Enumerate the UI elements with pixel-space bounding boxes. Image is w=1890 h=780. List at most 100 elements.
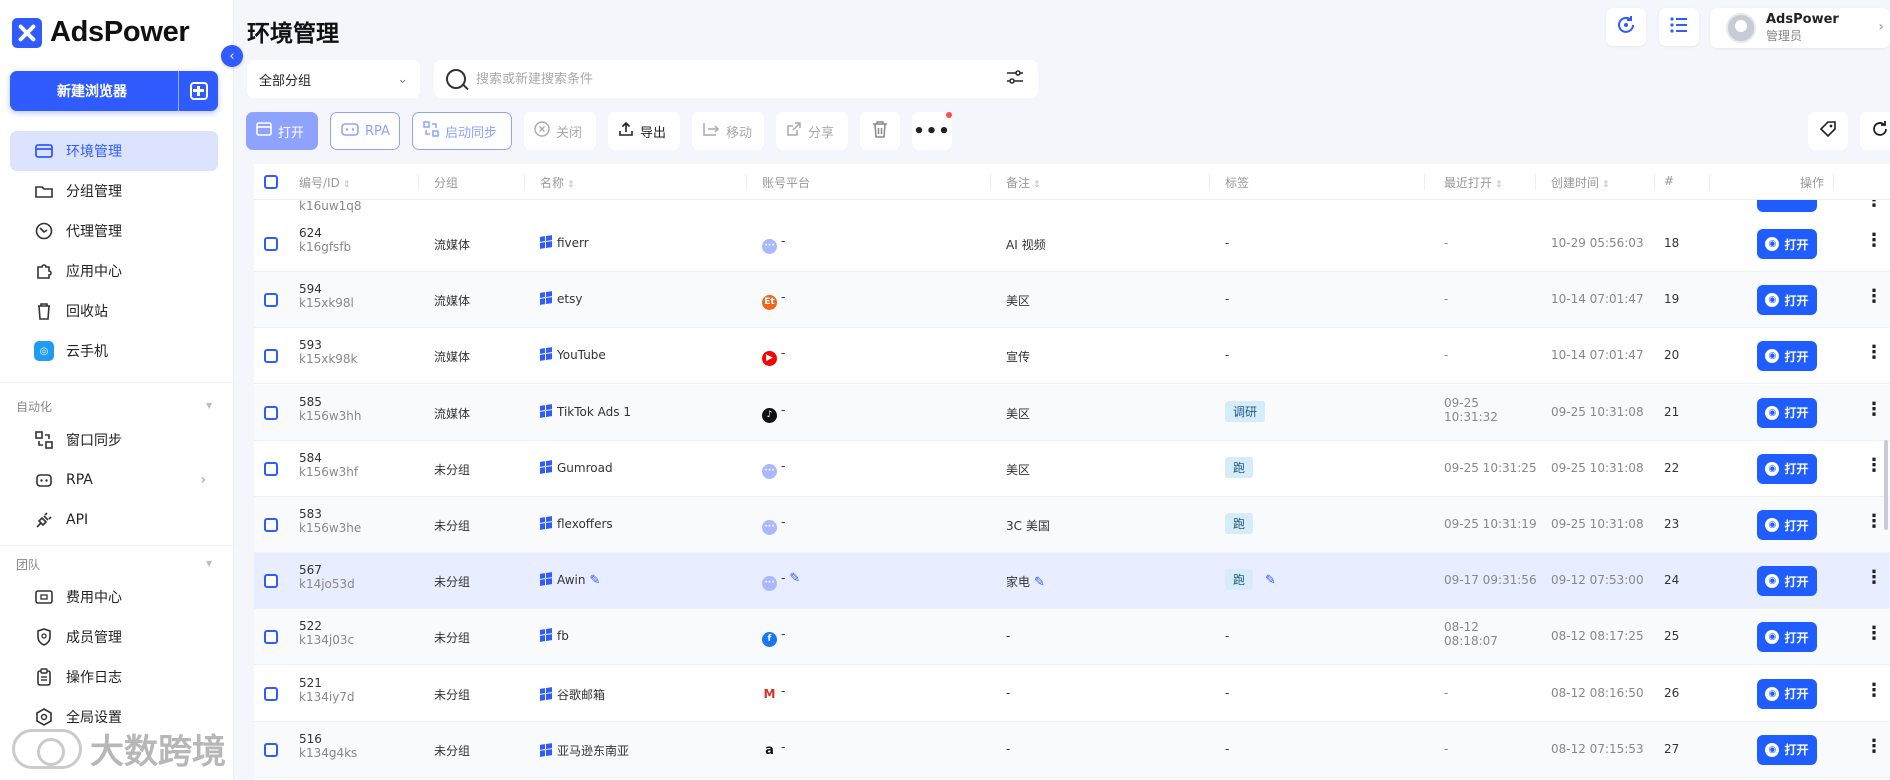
open-profile-button[interactable]: ◉ 打开 [1757,622,1817,653]
new-browser-button[interactable]: 新建浏览器 [10,71,218,111]
name-cell[interactable]: etsy [540,291,582,306]
name-cell[interactable]: flexoffers [540,516,613,531]
name-cell[interactable]: fb [540,628,569,643]
table-row[interactable]: 593 k15xk98k 流媒体 YouTube ▶ - 宣传 - - 10-14… [254,328,1890,385]
sidebar-item-cloud-phone[interactable]: ◎ 云手机 [10,331,218,371]
open-profile-button[interactable]: ◉ 打开 [1757,510,1817,540]
table-row[interactable]: 583 k156w3he 未分组 flexoffers ··· - 3C 美国 跑… [254,497,1890,553]
remark-cell[interactable]: 宣传 [1006,348,1030,365]
open-profile-button[interactable]: ◉ 打开 [1757,397,1817,428]
share-button[interactable]: 分享 [776,112,848,150]
more-actions-button[interactable]: ••• [912,112,952,150]
select-all-checkbox[interactable] [264,175,278,189]
collapse-sidebar-button[interactable]: ‹ [221,45,243,67]
name-cell[interactable]: YouTube [540,347,606,362]
table-row[interactable]: 584 k156w3hf 未分组 Gumroad ··· - 美区 跑 09-25… [254,441,1890,497]
edit-icon[interactable]: ✎ [1034,575,1045,590]
open-profile-button[interactable]: ◉ 打开 [1757,678,1817,709]
close-button[interactable]: 关闭 [524,112,596,150]
table-row[interactable]: 522 k134j03c 未分组 fb f- - - 08-12 08:18:0… [254,609,1890,666]
sidebar-item-billing[interactable]: 费用中心 [10,577,218,617]
tag-button[interactable] [1808,112,1848,150]
name-cell[interactable]: 亚马逊东南亚 [540,742,629,759]
table-row[interactable]: 624 k16gfsfb 流媒体 fiverr ··· - AI 视频 - - 1… [254,216,1890,272]
more-vertical-icon[interactable]: ⋮ [1865,230,1883,251]
sidebar-item-app-center[interactable]: 应用中心 [10,251,218,291]
more-vertical-icon[interactable]: ⋮ [1865,736,1883,757]
remark-cell[interactable]: 美区 [1006,292,1030,309]
export-button[interactable]: 导出 [608,112,680,150]
more-vertical-icon[interactable]: ⋮ [1865,455,1883,476]
section-team[interactable]: 团队 ▾ [16,556,212,573]
row-checkbox[interactable] [264,518,278,532]
filter-sliders-icon[interactable] [1006,69,1024,89]
batch-create-button[interactable] [178,71,218,111]
name-cell[interactable]: 谷歌邮箱 [540,686,605,703]
column-name[interactable]: 名称 ⇕ [540,174,575,191]
remark-cell[interactable]: - [1006,686,1010,700]
sync-status-button[interactable] [1606,8,1646,46]
table-scrollbar[interactable] [1884,440,1888,530]
open-profile-button[interactable]: ◉ 打开 [1757,566,1817,597]
open-profile-button[interactable]: ◉ 打开 [1757,734,1817,765]
sidebar-item-rpa[interactable]: RPA › [10,460,218,500]
column-created[interactable]: 创建时间 ⇕ [1551,174,1610,191]
table-row[interactable]: 585 k156w3hh 流媒体 TikTok Ads 1 ♪ - 美区 调研 0… [254,384,1890,441]
more-vertical-icon[interactable]: ⋮ [1865,286,1883,307]
open-profile-button[interactable]: ◉ 打开 [1757,341,1817,372]
name-cell[interactable]: fiverr [540,235,589,250]
table-row[interactable]: 567 k14jo53d 未分组 Awin ✎ ··· - ✎ 家电 ✎ 跑 ✎ 09-1… [254,553,1890,610]
more-vertical-icon[interactable]: ⋮ [1865,567,1883,588]
more-vertical-icon[interactable]: ⋮ [1865,399,1883,420]
remark-cell[interactable]: 美区 [1006,461,1030,478]
more-vertical-icon[interactable]: ⋮ [1865,680,1883,701]
brand-logo[interactable]: AdsPower [12,16,190,49]
task-list-button[interactable] [1659,8,1699,46]
remark-cell[interactable]: - [1006,742,1010,756]
open-selected-button[interactable]: 打开 [246,112,318,150]
sidebar-item-operation-log[interactable]: 操作日志 [10,657,218,697]
name-cell[interactable]: Awin ✎ [540,572,600,588]
row-checkbox[interactable] [264,742,278,757]
row-checkbox[interactable] [264,686,278,701]
column-last-open[interactable]: 最近打开 ⇕ [1444,174,1503,191]
table-row[interactable]: 521 k134iy7d 未分组 谷歌邮箱 M- - - - 08-12 08:… [254,666,1890,722]
row-checkbox[interactable] [264,237,278,251]
edit-icon[interactable]: ✎ [589,573,600,588]
row-checkbox[interactable] [264,405,278,420]
sidebar-item-env-management[interactable]: 环境管理 [10,131,218,171]
search-input[interactable] [476,71,996,87]
row-checkbox[interactable] [264,349,278,364]
remark-cell[interactable]: - [1006,629,1010,643]
rpa-button[interactable]: RPA [330,112,400,150]
row-checkbox[interactable] [264,461,278,476]
sidebar-item-api[interactable]: API [10,500,218,540]
sidebar-item-window-sync[interactable]: 窗口同步 [10,420,218,460]
more-vertical-icon[interactable]: ⋮ [1865,623,1883,644]
row-checkbox[interactable] [264,574,278,589]
remark-cell[interactable]: AI 视频 [1006,236,1046,253]
more-vertical-icon[interactable]: ⋮ [1865,342,1883,363]
column-remark[interactable]: 备注 ⇕ [1006,174,1041,191]
section-automation[interactable]: 自动化 ▾ [16,398,212,415]
row-checkbox[interactable] [264,630,278,645]
group-select[interactable]: 全部分组 ⌄ [247,60,420,98]
user-menu[interactable]: AdsPower 管理员 › [1710,8,1890,48]
remark-cell[interactable]: 美区 [1006,405,1030,422]
move-button[interactable]: 移动 [692,112,764,150]
open-profile-button[interactable]: ◉ 打开 [1757,453,1817,484]
more-vertical-icon[interactable]: ⋮ [1865,511,1883,532]
more-vertical-icon[interactable]: ⋮ [1865,200,1883,211]
table-row[interactable]: 594 k15xk98l 流媒体 etsy Et - 美区 - - 10-14 0… [254,272,1890,329]
column-id[interactable]: 编号/ID ⇕ [299,174,350,191]
start-sync-button[interactable]: 启动同步 [412,112,512,150]
row-checkbox[interactable] [264,293,278,308]
sidebar-item-groups[interactable]: 分组管理 [10,171,218,211]
name-cell[interactable]: Gumroad [540,459,613,475]
edit-icon[interactable]: ✎ [1265,573,1276,588]
sidebar-item-recycle-bin[interactable]: 回收站 [10,291,218,331]
open-profile-button[interactable] [1757,200,1817,212]
open-profile-button[interactable]: ◉ 打开 [1757,229,1817,259]
sidebar-item-members[interactable]: 成员管理 [10,617,218,657]
delete-button[interactable] [860,112,900,150]
